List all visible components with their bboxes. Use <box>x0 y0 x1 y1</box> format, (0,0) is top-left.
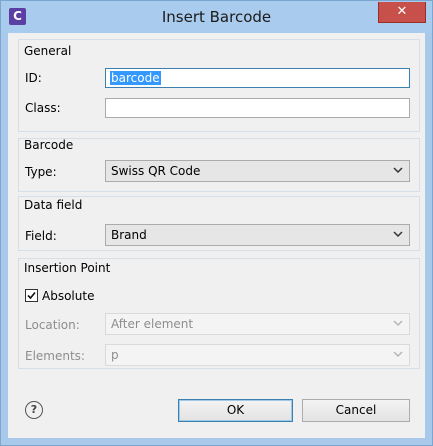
type-select-value: Swiss QR Code <box>111 164 201 178</box>
elements-select-value: p <box>111 348 119 362</box>
id-label: ID: <box>25 71 42 85</box>
close-icon: ✕ <box>396 4 408 19</box>
field-select-value: Brand <box>111 228 147 242</box>
ok-button[interactable]: OK <box>178 399 293 422</box>
class-input[interactable] <box>105 98 410 118</box>
insert-barcode-dialog: C Insert Barcode ✕ General ID: barcode C… <box>0 0 433 446</box>
absolute-label[interactable]: Absolute <box>42 289 94 303</box>
absolute-checkbox[interactable] <box>25 289 38 302</box>
barcode-group-title: Barcode <box>24 138 74 152</box>
chevron-down-icon <box>393 167 403 174</box>
dialog-title: Insert Barcode <box>161 8 272 26</box>
help-icon[interactable]: ? <box>25 401 43 419</box>
id-input-value: barcode <box>110 71 161 85</box>
location-label: Location: <box>25 318 80 332</box>
location-select-value: After element <box>111 317 194 331</box>
type-label: Type: <box>25 165 57 179</box>
checkmark-icon <box>27 291 36 300</box>
title-bar[interactable]: C Insert Barcode ✕ <box>1 1 432 33</box>
type-select[interactable]: Swiss QR Code <box>105 160 410 182</box>
field-select[interactable]: Brand <box>105 224 410 246</box>
dialog-body: General ID: barcode Class: Barcode Type:… <box>8 33 425 438</box>
location-select[interactable]: After element <box>105 313 410 335</box>
insertion-point-group-title: Insertion Point <box>24 261 111 275</box>
elements-label: Elements: <box>25 349 85 363</box>
field-label: Field: <box>25 229 57 243</box>
close-button[interactable]: ✕ <box>378 2 426 23</box>
id-input[interactable]: barcode <box>105 68 410 88</box>
general-group-title: General <box>24 44 72 58</box>
chevron-down-icon <box>393 231 403 238</box>
chevron-down-icon <box>393 351 403 358</box>
elements-select[interactable]: p <box>105 344 410 366</box>
data-field-group-title: Data field <box>24 198 83 212</box>
chevron-down-icon <box>393 320 403 327</box>
cancel-button[interactable]: Cancel <box>302 399 410 422</box>
class-label: Class: <box>25 101 61 115</box>
